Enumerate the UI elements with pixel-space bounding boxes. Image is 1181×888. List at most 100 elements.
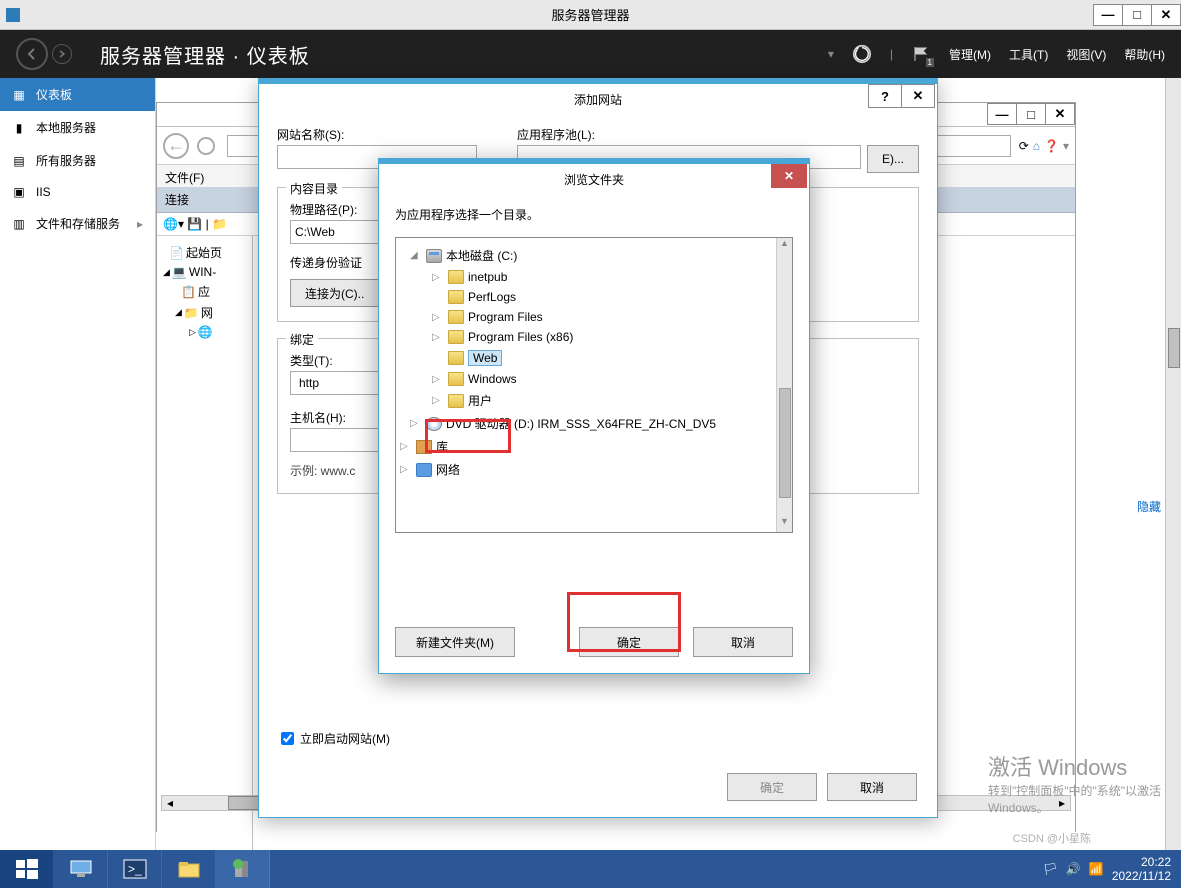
select-pool-button[interactable]: E)... <box>867 145 919 173</box>
library-icon <box>416 440 432 454</box>
minimize-button[interactable]: — <box>1093 4 1123 26</box>
iis-minimize-button[interactable]: — <box>987 103 1017 125</box>
menu-tools[interactable]: 工具(T) <box>1009 46 1048 63</box>
tray-clock[interactable]: 20:22 2022/11/12 <box>1112 855 1171 884</box>
header: 服务器管理器 · 仪表板 ▾ | 1 管理(M) 工具(T) 视图(V) 帮助(… <box>0 30 1181 78</box>
browse-ok-button[interactable]: 确定 <box>579 627 679 657</box>
app-pool-label: 应用程序池(L): <box>517 126 919 143</box>
taskbar: >_ 🏳 🔊 📶 20:22 2022/11/12 <box>0 850 1181 888</box>
iis-icon: ▣ <box>12 185 26 199</box>
tray-network-icon[interactable]: 📶 <box>1089 862 1104 876</box>
iis-close-button[interactable]: ✕ <box>1045 103 1075 125</box>
local-server-icon: ▮ <box>12 121 26 135</box>
maximize-button[interactable]: □ <box>1122 4 1152 26</box>
browse-cancel-button[interactable]: 取消 <box>693 627 793 657</box>
addsite-close-button[interactable]: ✕ <box>901 84 935 108</box>
all-servers-icon: ▤ <box>12 154 26 168</box>
tree-root-disk[interactable]: ◢ 本地磁盘 (C:) <box>396 244 792 267</box>
breadcrumb: 服务器管理器 · 仪表板 <box>100 40 310 69</box>
iis-help-icon[interactable]: ❓ <box>1044 139 1059 153</box>
folder-icon <box>448 394 464 408</box>
watermark: 激活 Windows 转到"控制面板"中的"系统"以激活 Windows。 <box>988 750 1161 816</box>
leftnav: ▦ 仪表板 ▮ 本地服务器 ▤ 所有服务器 ▣ IIS ▥ 文件和存储服务 ▸ <box>0 78 156 850</box>
add-website-title: 添加网站 <box>574 91 622 108</box>
task-server-manager[interactable] <box>54 850 108 888</box>
folder-icon <box>448 351 464 365</box>
menu-view[interactable]: 视图(V) <box>1066 46 1106 63</box>
task-explorer[interactable] <box>162 850 216 888</box>
iis-back-button[interactable]: ← <box>163 133 189 159</box>
folder-icon <box>448 372 464 386</box>
iis-app-pools[interactable]: 📋应 <box>159 281 250 302</box>
leftnav-local-server[interactable]: ▮ 本地服务器 <box>0 111 155 144</box>
browse-close-button[interactable]: ✕ <box>771 164 807 188</box>
start-button[interactable] <box>0 850 54 888</box>
main-scrollbar[interactable] <box>1165 78 1181 850</box>
folder-icon <box>448 290 464 304</box>
folder-icon <box>448 330 464 344</box>
iis-forward-button[interactable] <box>197 137 215 155</box>
tray-flag-icon[interactable]: 🏳 <box>1043 862 1058 876</box>
tree-program-files-x86[interactable]: ▷ Program Files (x86) <box>396 327 792 347</box>
iis-maximize-button[interactable]: □ <box>1016 103 1046 125</box>
tree-dvd[interactable]: ▷ DVD 驱动器 (D:) IRM_SSS_X64FRE_ZH-CN_DV5 <box>396 412 792 435</box>
site-name-label: 网站名称(S): <box>277 126 477 143</box>
main-titlebar: 服务器管理器 — □ ✕ <box>0 0 1181 30</box>
tree-perflogs[interactable]: PerfLogs <box>396 287 792 307</box>
forward-button[interactable] <box>52 44 72 64</box>
dashboard-icon: ▦ <box>12 88 26 102</box>
disk-icon <box>426 249 442 263</box>
task-iis-manager[interactable] <box>216 850 270 888</box>
iis-site-item[interactable]: ▷🌐 <box>159 323 250 341</box>
menu-manage[interactable]: 管理(M) <box>949 46 991 63</box>
leftnav-file-storage[interactable]: ▥ 文件和存储服务 ▸ <box>0 207 155 240</box>
globe-icon: 🌐▾ <box>163 217 184 231</box>
folder-icon <box>448 310 464 324</box>
tree-windows[interactable]: ▷ Windows <box>396 369 792 389</box>
browse-folder-dialog: 浏览文件夹 ✕ 为应用程序选择一个目录。 ◢ 本地磁盘 (C:) ▷ inetp… <box>378 158 810 674</box>
file-storage-icon: ▥ <box>12 217 26 231</box>
tree-web[interactable]: Web <box>396 347 792 369</box>
leftnav-dashboard[interactable]: ▦ 仪表板 <box>0 78 155 111</box>
tree-inetpub[interactable]: ▷ inetpub <box>396 267 792 287</box>
iis-file-menu[interactable]: 文件(F) <box>165 171 204 185</box>
leftnav-iis[interactable]: ▣ IIS <box>0 177 155 207</box>
refresh-icon[interactable] <box>852 44 872 64</box>
start-now-label: 立即启动网站(M) <box>300 730 390 747</box>
iis-start-page[interactable]: 📄起始页 <box>159 242 250 263</box>
browse-title: 浏览文件夹 <box>564 171 624 188</box>
iis-home-icon[interactable]: ⌂ <box>1033 139 1040 153</box>
network-icon <box>416 463 432 477</box>
folder-icon[interactable]: 📁 <box>212 217 227 231</box>
close-button[interactable]: ✕ <box>1151 4 1181 26</box>
iis-server-node[interactable]: ◢💻WIN- <box>159 263 250 281</box>
hidden-link[interactable]: 隐藏 <box>1137 498 1161 515</box>
iis-sites[interactable]: ◢📁网 <box>159 302 250 323</box>
dvd-icon <box>426 417 442 431</box>
leftnav-all-servers[interactable]: ▤ 所有服务器 <box>0 144 155 177</box>
tray-volume-icon[interactable]: 🔊 <box>1066 862 1081 876</box>
new-folder-button[interactable]: 新建文件夹(M) <box>395 627 515 657</box>
start-now-checkbox[interactable] <box>281 732 294 745</box>
tree-program-files[interactable]: ▷ Program Files <box>396 307 792 327</box>
tree-users[interactable]: ▷ 用户 <box>396 389 792 412</box>
addsite-ok-button[interactable]: 确定 <box>727 773 817 801</box>
csdn-watermark: CSDN @小星陈 <box>1013 830 1091 846</box>
connect-as-button[interactable]: 连接为(C).. <box>290 279 379 307</box>
folder-icon <box>448 270 464 284</box>
back-button[interactable] <box>16 38 48 70</box>
tree-network[interactable]: ▷ 网络 <box>396 458 792 481</box>
main-title: 服务器管理器 <box>551 5 629 24</box>
menu-help[interactable]: 帮助(H) <box>1124 46 1165 63</box>
addsite-cancel-button[interactable]: 取消 <box>827 773 917 801</box>
tree-scrollbar[interactable]: ▲ ▼ <box>776 238 792 532</box>
tree-library[interactable]: ▷ 库 <box>396 435 792 458</box>
flag-icon[interactable]: 1 <box>911 44 931 64</box>
iis-refresh-icon[interactable]: ⟳ <box>1019 139 1029 153</box>
svg-text:>_: >_ <box>128 862 142 876</box>
task-powershell[interactable]: >_ <box>108 850 162 888</box>
addsite-help-button[interactable]: ? <box>868 84 902 108</box>
browse-prompt: 为应用程序选择一个目录。 <box>379 194 809 229</box>
save-icon[interactable]: 💾 <box>187 217 202 231</box>
server-manager-icon <box>6 8 20 22</box>
